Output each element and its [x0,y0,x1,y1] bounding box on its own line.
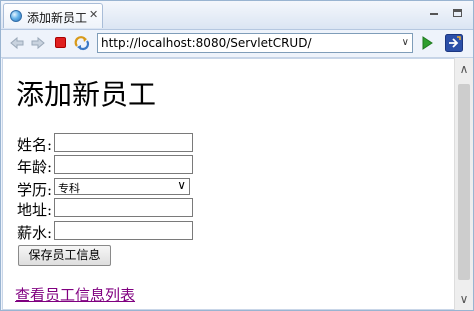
salary-field[interactable] [54,221,193,240]
education-label: 学历: [17,181,53,199]
minimize-icon[interactable] [429,9,440,19]
employee-list-link[interactable]: 查看员工信息列表 [15,284,135,305]
address-field[interactable] [54,198,193,217]
vertical-scrollbar[interactable]: ∧ ∨ [454,58,473,310]
chevron-down-icon[interactable]: ∨ [402,37,409,48]
page-title: 添加新员工 [16,78,157,111]
tab-title: 添加新员工 [27,11,88,25]
back-arrow-icon[interactable] [9,35,25,51]
open-external-icon[interactable] [445,34,463,52]
close-icon[interactable]: ✕ [89,8,98,21]
forward-arrow-icon[interactable] [30,35,46,51]
scroll-up-icon[interactable]: ∧ [455,58,473,80]
url-field[interactable]: ∨ [97,33,413,53]
stop-icon[interactable] [53,35,69,51]
salary-label: 薪水: [17,224,53,242]
address-label: 地址: [17,201,53,219]
scroll-down-icon[interactable]: ∨ [455,288,473,310]
page-content: 添加新员工 姓名: 年龄: 学历: 专科 ∨ 地址: 薪水: 保存员工信息 查看… [2,58,454,310]
refresh-icon[interactable] [74,35,90,51]
tab-bar: 添加新员工 ✕ [1,1,473,30]
browser-window: 添加新员工 ✕ ∨ 添加新员工 姓名: [0,0,474,311]
education-select[interactable]: 专科 ∨ [54,178,190,195]
go-icon[interactable] [419,35,435,51]
maximize-icon[interactable] [453,9,462,17]
name-label: 姓名: [17,136,53,154]
save-employee-button[interactable]: 保存员工信息 [18,245,111,266]
scroll-thumb[interactable] [458,84,470,280]
url-input[interactable] [101,35,391,51]
name-field[interactable] [54,133,193,152]
browser-tab[interactable]: 添加新员工 ✕ [3,3,103,28]
chevron-down-icon[interactable]: ∨ [177,178,186,192]
globe-icon [10,10,22,22]
age-label: 年龄: [17,158,53,176]
age-field[interactable] [54,155,193,174]
education-selected-value: 专科 [58,182,80,195]
browser-toolbar: ∨ [1,30,473,58]
